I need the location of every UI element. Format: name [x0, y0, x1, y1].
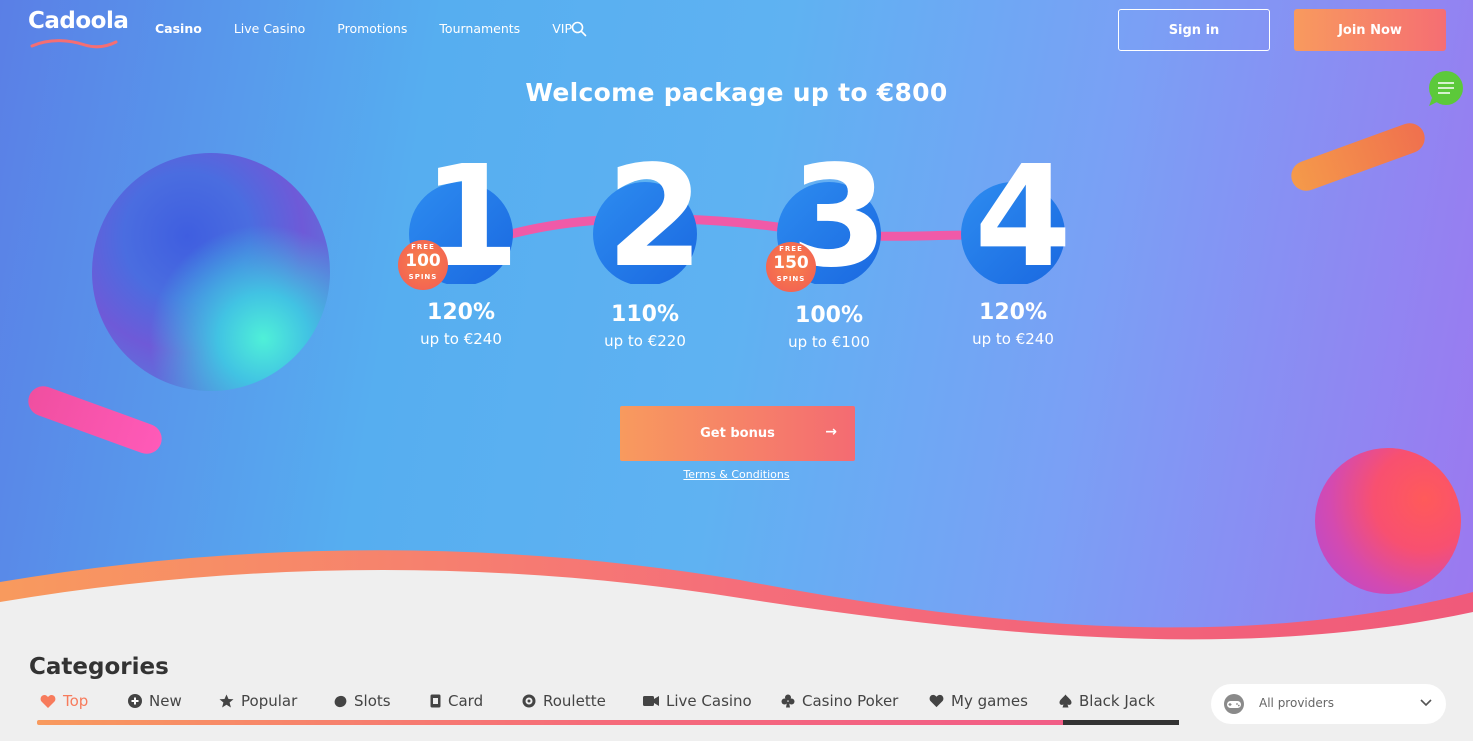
roulette-icon: [522, 694, 536, 708]
chevron-down-icon: [1420, 699, 1432, 707]
star-icon: [219, 694, 234, 708]
step-caption: up to €220: [604, 332, 686, 350]
step-caption: up to €240: [420, 330, 502, 348]
step-percent: 120%: [979, 300, 1047, 325]
tab-card[interactable]: Card: [430, 692, 483, 710]
slots-icon: [334, 695, 347, 707]
tab-slots[interactable]: Slots: [334, 692, 391, 710]
category-bar-active: [1063, 720, 1179, 725]
club-icon: [781, 694, 795, 708]
terms-link[interactable]: Terms & Conditions: [0, 468, 1473, 481]
welcome-headline: Welcome package up to €800: [525, 78, 948, 107]
logo-text: Cadoola: [28, 8, 129, 34]
step-caption: up to €100: [788, 333, 870, 351]
logo-swoosh-icon: [30, 39, 118, 49]
gamepad-icon: [1224, 694, 1244, 714]
free-spins-badge: FREE 150 SPINS: [766, 242, 816, 292]
bonus-step-2: 2 110% up to €220: [565, 148, 725, 350]
nav-promotions[interactable]: Promotions: [337, 21, 407, 36]
categories-title: Categories: [29, 654, 169, 680]
nav-live-casino[interactable]: Live Casino: [234, 21, 305, 36]
get-bonus-label: Get bonus: [700, 426, 775, 441]
step-number: 4: [974, 136, 1072, 299]
tab-my-games[interactable]: My games: [929, 692, 1028, 710]
nav-tournaments[interactable]: Tournaments: [439, 21, 520, 36]
join-now-button[interactable]: Join Now: [1294, 9, 1446, 51]
step-percent: 120%: [427, 300, 495, 325]
spade-icon: [1059, 694, 1072, 708]
decorative-pill: [24, 381, 166, 459]
tab-live-casino[interactable]: Live Casino: [643, 692, 752, 710]
get-bonus-button[interactable]: Get bonus →: [620, 406, 855, 461]
bonus-step-4: 4 120% up to €240: [933, 148, 1093, 350]
tab-popular[interactable]: Popular: [219, 692, 297, 710]
steps-connector: [495, 213, 985, 242]
heart-icon: [40, 694, 56, 708]
hero-wave-divider: [0, 550, 1473, 650]
providers-dropdown[interactable]: All providers: [1211, 684, 1446, 724]
search-icon[interactable]: [571, 21, 587, 37]
arrow-right-icon: →: [825, 424, 837, 440]
free-spins-badge: FREE 100 SPINS: [398, 240, 448, 290]
tab-casino-poker[interactable]: Casino Poker: [781, 692, 898, 710]
heart-icon: [929, 694, 944, 708]
tab-black-jack[interactable]: Black Jack: [1059, 692, 1155, 710]
main-nav: Casino Live Casino Promotions Tournament…: [155, 21, 604, 36]
nav-casino[interactable]: Casino: [155, 21, 202, 36]
decorative-pill: [1287, 118, 1429, 196]
tab-top[interactable]: Top: [40, 692, 88, 710]
tab-new[interactable]: New: [128, 692, 182, 710]
step-percent: 100%: [795, 303, 863, 328]
bonus-step-1: 1 FREE 100 SPINS 120% up to €240: [381, 148, 541, 350]
cadoola-logo[interactable]: Cadoola: [28, 6, 129, 52]
decorative-orb: [92, 153, 330, 391]
camera-icon: [643, 696, 659, 706]
providers-placeholder: All providers: [1259, 696, 1334, 710]
sign-in-button[interactable]: Sign in: [1118, 9, 1270, 51]
nav-vip[interactable]: VIP: [552, 21, 572, 36]
hero-banner: Cadoola Casino Live Casino Promotions To…: [0, 0, 1473, 650]
category-progress-bar: [37, 720, 1179, 725]
plus-circle-icon: [128, 694, 142, 708]
tab-roulette[interactable]: Roulette: [522, 692, 606, 710]
step-percent: 110%: [611, 302, 679, 327]
step-caption: up to €240: [972, 330, 1054, 348]
bonus-step-3: 3 FREE 150 SPINS 100% up to €100: [749, 148, 909, 351]
card-icon: [430, 694, 441, 708]
step-number: 2: [606, 136, 704, 299]
